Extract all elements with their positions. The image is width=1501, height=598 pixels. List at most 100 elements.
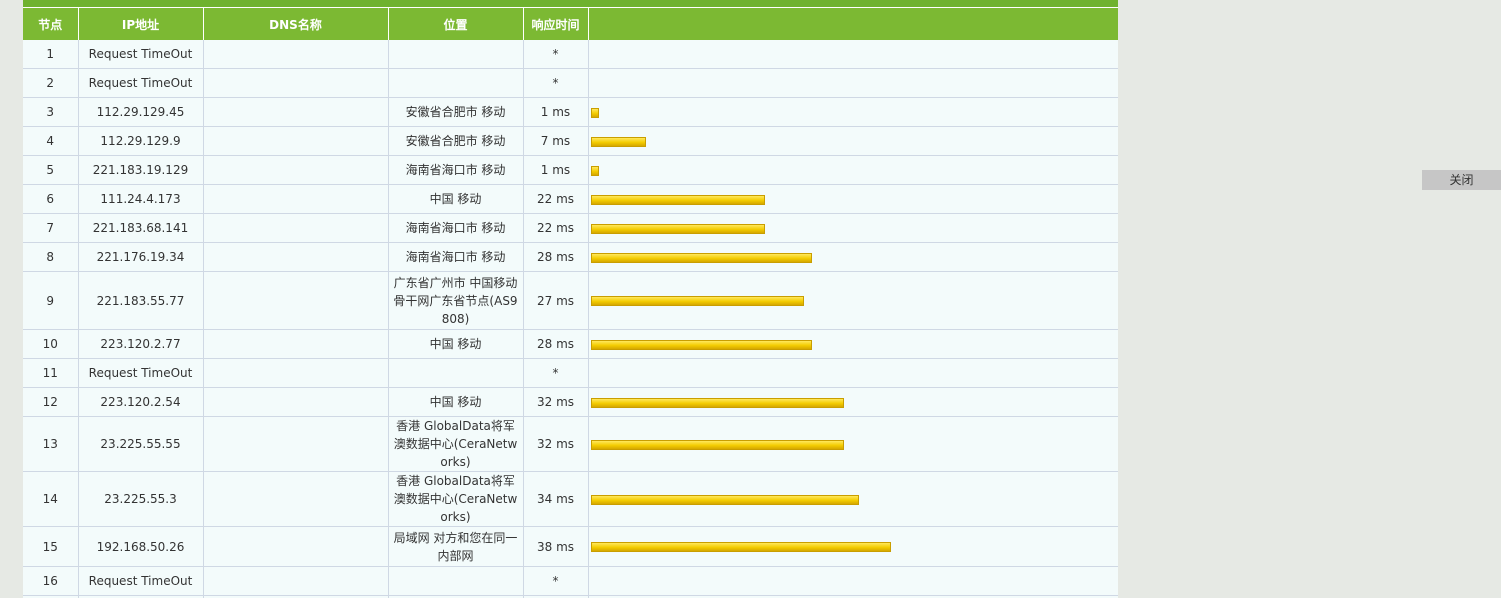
cell-bar <box>588 416 1118 472</box>
cell-dns <box>203 358 389 388</box>
cell-ip: 221.183.19.129 <box>78 155 204 185</box>
location-text: 海南省海口市 移动 <box>405 163 506 177</box>
cell-bar <box>588 526 1118 567</box>
cell-bar <box>588 40 1118 69</box>
location-text: 广东省广州市 中国移动骨干网广东省节点(AS9808) <box>393 275 518 326</box>
location-text: 中国 移动 <box>429 192 482 206</box>
response-time-bar <box>590 494 859 505</box>
cell-response-time: * <box>523 358 589 388</box>
cell-ip: 223.120.2.54 <box>78 387 204 417</box>
response-time-bar <box>590 296 804 306</box>
cell-node: 6 <box>23 184 79 214</box>
response-time-bar <box>590 136 646 147</box>
cell-bar <box>588 387 1118 417</box>
response-time-bar <box>590 107 599 118</box>
cell-node: 10 <box>23 329 79 359</box>
cell-dns <box>203 242 389 272</box>
cell-node: 9 <box>23 271 79 330</box>
cell-location: 中国 移动 <box>388 387 524 417</box>
table-row: 10 223.120.2.77 中国 移动 28 ms <box>23 329 1118 359</box>
response-time-bar <box>590 397 844 408</box>
cell-response-time: 38 ms <box>523 526 589 567</box>
location-text: 中国 移动 <box>429 337 482 351</box>
cell-response-time: * <box>523 40 589 69</box>
cell-ip: 221.183.55.77 <box>78 271 204 330</box>
cell-node: 13 <box>23 416 79 472</box>
cell-response-time: 32 ms <box>523 387 589 417</box>
cell-response-time: 34 ms <box>523 471 589 527</box>
cell-response-time: 32 ms <box>523 416 589 472</box>
cell-location: 中国 移动 <box>388 184 524 214</box>
table-row: 2 Request TimeOut * <box>23 68 1118 98</box>
cell-node: 1 <box>23 40 79 69</box>
cell-dns <box>203 329 389 359</box>
cell-location: 广东省广州市 中国移动骨干网广东省节点(AS9808) <box>388 271 524 330</box>
cell-dns <box>203 271 389 330</box>
response-time-bar <box>590 223 765 234</box>
traceroute-panel: 节点 IP地址 DNS名称 位置 响应时间 1 Request TimeOut * 2… <box>23 0 1118 598</box>
cell-node: 12 <box>23 387 79 417</box>
cell-ip: 192.168.50.26 <box>78 526 204 567</box>
response-time-bar <box>590 439 844 450</box>
header-location: 位置 <box>388 8 524 40</box>
cell-bar <box>588 358 1118 388</box>
cell-location: 中国 移动 <box>388 329 524 359</box>
cell-response-time: * <box>523 566 589 596</box>
table-header-row: 节点 IP地址 DNS名称 位置 响应时间 <box>23 8 1118 40</box>
cell-dns <box>203 68 389 98</box>
cell-dns <box>203 97 389 127</box>
table-row: 11 Request TimeOut * <box>23 358 1118 388</box>
table-row: 13 23.225.55.55 香港 GlobalData将军澳数据中心(CeraN… <box>23 416 1118 472</box>
cell-response-time: * <box>523 68 589 98</box>
cell-response-time: 27 ms <box>523 271 589 330</box>
cell-bar <box>588 184 1118 214</box>
cell-dns <box>203 126 389 156</box>
cell-bar <box>588 213 1118 243</box>
table-row: 14 23.225.55.3 香港 GlobalData将军澳数据中心(CeraNe… <box>23 471 1118 527</box>
cell-location <box>388 68 524 98</box>
location-text: 海南省海口市 移动 <box>405 250 506 264</box>
cell-node: 15 <box>23 526 79 567</box>
header-node: 节点 <box>23 8 79 40</box>
table-row: 8 221.176.19.34 海南省海口市 移动 28 ms <box>23 242 1118 272</box>
location-text: 香港 GlobalData将军澳数据中心(CeraNetworks) <box>393 474 518 524</box>
cell-bar <box>588 68 1118 98</box>
cell-location: 海南省海口市 移动 <box>388 213 524 243</box>
header-dns: DNS名称 <box>203 8 389 40</box>
cell-dns <box>203 155 389 185</box>
cell-dns <box>203 184 389 214</box>
cell-location <box>388 358 524 388</box>
cell-node: 7 <box>23 213 79 243</box>
cell-dns <box>203 213 389 243</box>
table-row: 12 223.120.2.54 中国 移动 32 ms <box>23 387 1118 417</box>
header-response-time: 响应时间 <box>523 8 589 40</box>
response-time-bar <box>590 339 812 350</box>
table-row: 1 Request TimeOut * <box>23 40 1118 69</box>
cell-node: 4 <box>23 126 79 156</box>
location-text: 中国 移动 <box>429 395 482 409</box>
cell-bar <box>588 471 1118 527</box>
cell-response-time: 1 ms <box>523 97 589 127</box>
cell-ip: 23.225.55.3 <box>78 471 204 527</box>
cell-dns <box>203 471 389 527</box>
cell-bar <box>588 126 1118 156</box>
cell-node: 16 <box>23 566 79 596</box>
cell-ip: 112.29.129.45 <box>78 97 204 127</box>
cell-response-time: 22 ms <box>523 213 589 243</box>
cell-node: 3 <box>23 97 79 127</box>
cell-ip: 111.24.4.173 <box>78 184 204 214</box>
cell-location: 海南省海口市 移动 <box>388 242 524 272</box>
cell-response-time: 22 ms <box>523 184 589 214</box>
cell-location: 局域网 对方和您在同一内部网 <box>388 526 524 567</box>
close-button[interactable]: 关闭 <box>1422 170 1501 190</box>
location-text: 安徽省合肥市 移动 <box>405 105 506 119</box>
cell-response-time: 28 ms <box>523 242 589 272</box>
table-row: 7 221.183.68.141 海南省海口市 移动 22 ms <box>23 213 1118 243</box>
cell-response-time: 7 ms <box>523 126 589 156</box>
cell-dns <box>203 526 389 567</box>
traceroute-table: 节点 IP地址 DNS名称 位置 响应时间 1 Request TimeOut * 2… <box>23 8 1118 598</box>
cell-node: 11 <box>23 358 79 388</box>
header-top-line <box>23 0 1118 8</box>
response-time-bar <box>590 252 812 263</box>
cell-ip: Request TimeOut <box>78 358 204 388</box>
